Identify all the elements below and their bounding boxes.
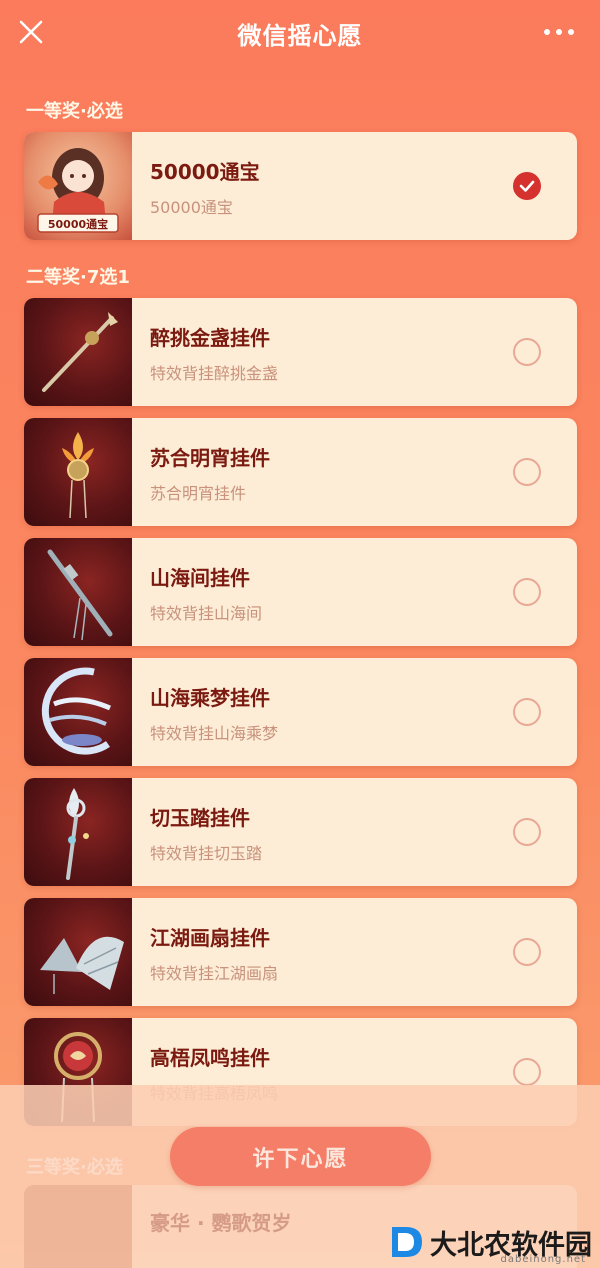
pendant-thumbnail [24,418,132,526]
prize-card[interactable]: 醉挑金盏挂件 特效背挂醉挑金盏 [24,298,577,406]
radio-unselected-icon[interactable] [513,818,541,846]
prize-name: 醉挑金盏挂件 [150,326,270,350]
make-wish-button[interactable]: 许下心愿 [170,1127,431,1186]
prize-desc: 特效背挂醉挑金盏 [150,364,279,383]
prize-name: 豪华 · 鹦歌贺岁 [150,1211,292,1235]
prize-desc: 苏合明宵挂件 [150,484,247,503]
close-icon[interactable] [18,19,44,45]
prize-name: 50000通宝 [150,160,260,184]
section-title-third-prize: 三等奖·必选 [26,1157,123,1178]
tongbao-thumbnail: 50000通宝 [24,132,132,240]
page-title: 微信摇心愿 [237,21,363,50]
prize-desc: 特效背挂切玉踏 [150,844,263,863]
pendant-thumbnail [24,658,132,766]
check-icon[interactable] [513,172,541,200]
radio-unselected-icon[interactable] [513,1058,541,1086]
prize-desc: 50000通宝 [150,198,233,217]
prize-desc: 特效背挂山海乘梦 [150,724,279,743]
radio-unselected-icon[interactable] [513,458,541,486]
pendant-thumbnail [24,298,132,406]
pendant-thumbnail [24,898,132,1006]
pendant-thumbnail [24,538,132,646]
prize-card[interactable]: 山海间挂件 特效背挂山海间 [24,538,577,646]
more-horizontal-icon[interactable] [544,27,574,37]
prize-name: 苏合明宵挂件 [150,446,270,470]
watermark-logo-icon [392,1227,422,1257]
prize-name: 山海乘梦挂件 [150,686,270,710]
prize-name: 高梧凤鸣挂件 [150,1046,270,1070]
header: 微信摇心愿 [0,0,600,66]
prize-name: 切玉踏挂件 [150,806,250,830]
radio-unselected-icon[interactable] [513,698,541,726]
watermark-url: dabeinong.net [500,1254,586,1265]
prize-card[interactable]: 江湖画扇挂件 特效背挂江湖画扇 [24,898,577,1006]
prize-card-tongbao[interactable]: 50000通宝 50000通宝 50000通宝 [24,132,577,240]
prize-name: 山海间挂件 [150,566,250,590]
radio-unselected-icon[interactable] [513,938,541,966]
tongbao-caption: 50000通宝 [48,217,108,231]
section-title-first-prize: 一等奖·必选 [26,101,123,122]
prize-name: 江湖画扇挂件 [150,926,270,950]
section-title-second-prize: 二等奖·7选1 [26,267,130,288]
prize-desc: 特效背挂江湖画扇 [150,964,279,983]
prize-card[interactable]: 切玉踏挂件 特效背挂切玉踏 [24,778,577,886]
prize-card[interactable]: 苏合明宵挂件 苏合明宵挂件 [24,418,577,526]
prize-desc: 特效背挂山海间 [150,604,263,623]
pendant-thumbnail [24,1185,132,1268]
radio-unselected-icon[interactable] [513,338,541,366]
radio-unselected-icon[interactable] [513,578,541,606]
pendant-thumbnail [24,778,132,886]
prize-card[interactable]: 山海乘梦挂件 特效背挂山海乘梦 [24,658,577,766]
